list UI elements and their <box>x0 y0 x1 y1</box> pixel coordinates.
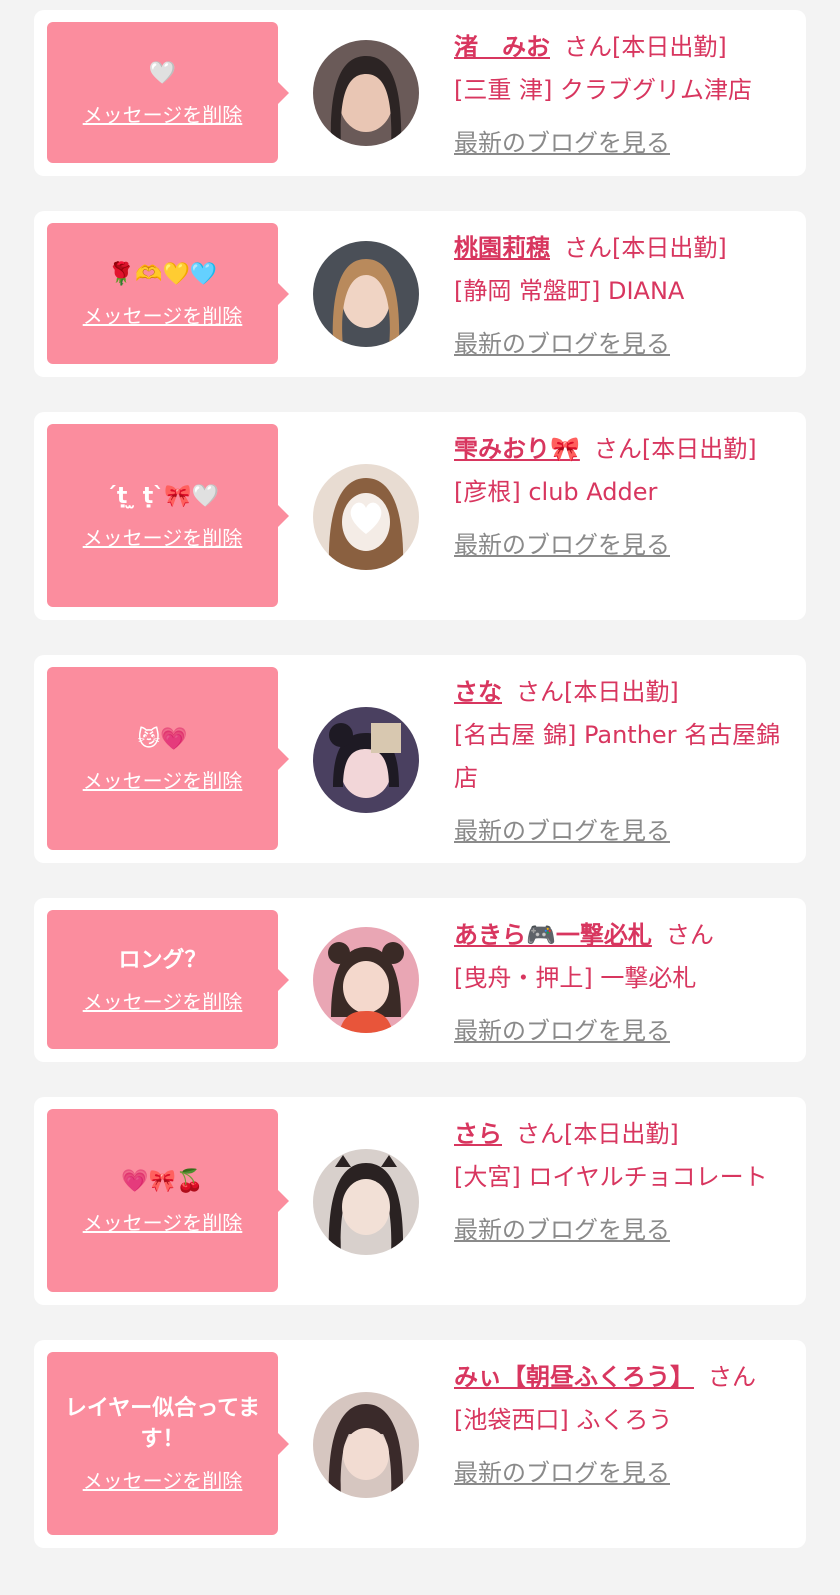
message-text: 🌹🫶💛🩵 <box>107 261 218 287</box>
delete-message-link[interactable]: メッセージを削除 <box>83 300 243 329</box>
message-bubble: ロング？ メッセージを削除 <box>47 910 289 1049</box>
message-bubble: 💗🎀🍒 メッセージを削除 <box>47 1109 289 1292</box>
latest-blog-link[interactable]: 最新のブログを見る <box>454 1209 794 1252</box>
name-line: あきら🎮一撃必札 さん <box>454 914 794 957</box>
name-line: 雫みおり🎀 さん[本日出勤] <box>454 428 794 471</box>
list-item: ロング？ メッセージを削除 あきら🎮一撃必札 さん [曳舟・押上] 一撃必札 最新… <box>34 898 806 1062</box>
shop-info: [大宮] ロイヤルチョコレート <box>454 1163 768 1191</box>
name-line: みぃ【朝昼ふくろう】 さん <box>454 1356 794 1399</box>
latest-blog-link[interactable]: 最新のブログを見る <box>454 1452 794 1495</box>
delete-message-link[interactable]: メッセージを削除 <box>83 1465 243 1494</box>
girl-name-link[interactable]: 雫みおり🎀 <box>454 435 580 463</box>
shop-info: [名古屋 錦] Panther 名古屋錦店 <box>454 721 781 792</box>
delete-message-link[interactable]: メッセージを削除 <box>83 765 243 794</box>
delete-message-link[interactable]: メッセージを削除 <box>83 986 243 1015</box>
name-suffix: さん[本日出勤] <box>516 678 679 706</box>
avatar[interactable] <box>313 707 419 813</box>
girl-info: さら さん[本日出勤] [大宮] ロイヤルチョコレート 最新のブログを見る <box>454 1113 794 1252</box>
message-text: ´ṭ ̫ ṭ`🎀🤍 <box>105 483 220 509</box>
delete-message-link[interactable]: メッセージを削除 <box>83 522 243 551</box>
message-text: ロング？ <box>118 947 207 973</box>
message-text: 💗🎀🍒 <box>121 1168 204 1194</box>
name-suffix: さん[本日出勤] <box>593 435 757 463</box>
girl-info: 渚 みお さん[本日出勤] [三重 津] クラブグリム津店 最新のブログを見る <box>454 26 794 165</box>
avatar[interactable] <box>313 241 419 347</box>
delete-message-link[interactable]: メッセージを削除 <box>83 99 243 128</box>
girl-info: さな さん[本日出勤] [名古屋 錦] Panther 名古屋錦店 最新のブログを… <box>454 671 794 853</box>
name-line: 桃園莉穂 さん[本日出勤] <box>454 227 794 270</box>
girl-name-link[interactable]: 渚 みお <box>454 33 550 61</box>
message-text: 🤍 <box>148 60 177 86</box>
latest-blog-link[interactable]: 最新のブログを見る <box>454 524 794 567</box>
girl-info: 桃園莉穂 さん[本日出勤] [静岡 常盤町] DIANA 最新のブログを見る <box>454 227 794 366</box>
girl-name-link[interactable]: さな <box>454 678 502 706</box>
avatar[interactable] <box>313 464 419 570</box>
avatar[interactable] <box>313 40 419 146</box>
name-suffix: さん <box>708 1363 756 1391</box>
message-bubble: 🌹🫶💛🩵 メッセージを削除 <box>47 223 289 364</box>
shop-info: [彦根] club Adder <box>454 478 658 506</box>
name-suffix: さん[本日出勤] <box>564 234 727 262</box>
girl-name-link[interactable]: 桃園莉穂 <box>454 234 550 262</box>
name-suffix: さん[本日出勤] <box>516 1120 679 1148</box>
list-item: レイヤー似合ってます！ メッセージを削除 みぃ【朝昼ふくろう】 さん [池袋西口]… <box>34 1340 806 1548</box>
favorite-list: 🤍 メッセージを削除 渚 みお さん[本日出勤] [三重 津] クラブグリム津店 … <box>0 0 840 1595</box>
message-text: 😼💗 <box>137 726 188 752</box>
message-bubble: 😼💗 メッセージを削除 <box>47 667 289 850</box>
latest-blog-link[interactable]: 最新のブログを見る <box>454 323 794 366</box>
girl-name-link[interactable]: あきら🎮一撃必札 <box>454 921 652 949</box>
name-line: さな さん[本日出勤] <box>454 671 794 714</box>
girl-info: あきら🎮一撃必札 さん [曳舟・押上] 一撃必札 最新のブログを見る <box>454 914 794 1053</box>
message-bubble: 🤍 メッセージを削除 <box>47 22 289 163</box>
delete-message-link[interactable]: メッセージを削除 <box>83 1207 243 1236</box>
shop-info: [曳舟・押上] 一撃必札 <box>454 964 697 992</box>
list-item: 😼💗 メッセージを削除 さな さん[本日出勤] [名古屋 錦] Panther 名… <box>34 655 806 863</box>
name-line: さら さん[本日出勤] <box>454 1113 794 1156</box>
message-bubble: レイヤー似合ってます！ メッセージを削除 <box>47 1352 289 1535</box>
list-item: ´ṭ ̫ ṭ`🎀🤍 メッセージを削除 雫みおり🎀 さん[本日出勤] [彦根] cl… <box>34 412 806 620</box>
list-item: 🌹🫶💛🩵 メッセージを削除 桃園莉穂 さん[本日出勤] [静岡 常盤町] DIAN… <box>34 211 806 377</box>
latest-blog-link[interactable]: 最新のブログを見る <box>454 810 794 853</box>
shop-info: [池袋西口] ふくろう <box>454 1406 673 1434</box>
message-text: レイヤー似合ってます！ <box>64 1396 261 1452</box>
avatar[interactable] <box>313 927 419 1033</box>
message-bubble: ´ṭ ̫ ṭ`🎀🤍 メッセージを削除 <box>47 424 289 607</box>
latest-blog-link[interactable]: 最新のブログを見る <box>454 122 794 165</box>
name-suffix: さん[本日出勤] <box>564 33 727 61</box>
name-line: 渚 みお さん[本日出勤] <box>454 26 794 69</box>
latest-blog-link[interactable]: 最新のブログを見る <box>454 1010 794 1053</box>
girl-info: みぃ【朝昼ふくろう】 さん [池袋西口] ふくろう 最新のブログを見る <box>454 1356 794 1495</box>
girl-name-link[interactable]: さら <box>454 1120 502 1148</box>
avatar[interactable] <box>313 1149 419 1255</box>
girl-name-link[interactable]: みぃ【朝昼ふくろう】 <box>454 1363 694 1391</box>
avatar[interactable] <box>313 1392 419 1498</box>
shop-info: [三重 津] クラブグリム津店 <box>454 76 752 104</box>
list-item: 💗🎀🍒 メッセージを削除 さら さん[本日出勤] [大宮] ロイヤルチョコレート … <box>34 1097 806 1305</box>
name-suffix: さん <box>665 921 714 949</box>
girl-info: 雫みおり🎀 さん[本日出勤] [彦根] club Adder 最新のブログを見る <box>454 428 794 567</box>
shop-info: [静岡 常盤町] DIANA <box>454 277 685 305</box>
list-item: 🤍 メッセージを削除 渚 みお さん[本日出勤] [三重 津] クラブグリム津店 … <box>34 10 806 176</box>
